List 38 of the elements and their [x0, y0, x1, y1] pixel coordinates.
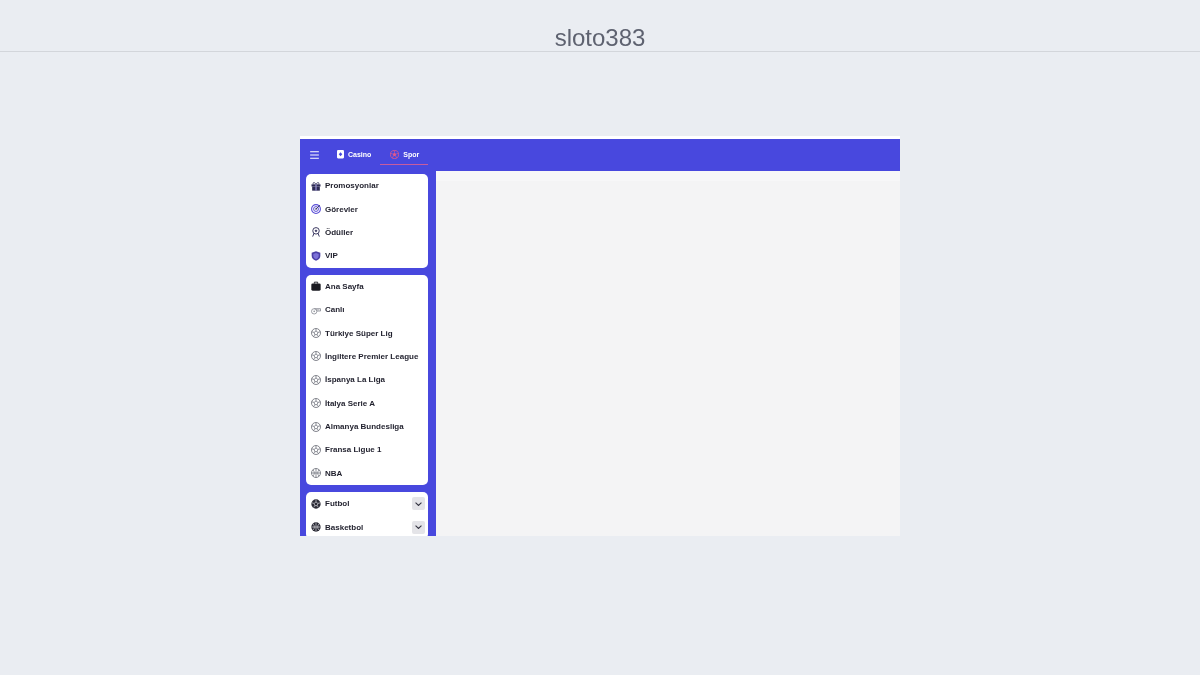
- sidebar-item[interactable]: Fransa Ligue 1: [306, 438, 428, 462]
- soccer-ball-icon: [311, 328, 321, 339]
- card-icon: [337, 150, 344, 159]
- expand-button[interactable]: [412, 520, 425, 534]
- sidebar-item[interactable]: Almanya Bundesliga: [306, 414, 428, 439]
- sidebar-item[interactable]: VIP: [306, 244, 428, 268]
- sidebar-item[interactable]: Ana Sayfa: [306, 274, 428, 298]
- sidebar-item[interactable]: Promosyonlar: [306, 174, 428, 198]
- soccer-ball-icon: [311, 421, 321, 432]
- soccer-ball-icon: [311, 398, 321, 409]
- sidebar-item[interactable]: Canlı: [306, 297, 428, 322]
- expand-button[interactable]: [412, 497, 425, 511]
- shield-icon: [311, 250, 321, 261]
- soccer-ball-icon: [390, 150, 400, 159]
- sidebar-item[interactable]: NBA: [306, 461, 428, 486]
- soccer-ball-icon: [311, 374, 321, 385]
- sidebar-item[interactable]: Futbol: [306, 492, 428, 516]
- briefcase-icon: [311, 281, 321, 292]
- menu-icon: [310, 151, 319, 159]
- sidebar-item[interactable]: Basketbol: [306, 515, 428, 536]
- sidebar-item[interactable]: İtalya Serie A: [306, 391, 428, 415]
- menu-button[interactable]: [310, 151, 319, 159]
- soccer-ball-icon: [311, 351, 321, 362]
- gift-icon: [311, 180, 321, 191]
- basketball-icon: [311, 468, 321, 479]
- soccer-ball-icon: [311, 498, 321, 509]
- soccer-ball-icon: [311, 445, 321, 455]
- sidebar-item[interactable]: İngiltere Premier League: [306, 344, 428, 369]
- sidebar-item[interactable]: Ödüller: [306, 220, 428, 245]
- sidebar-item[interactable]: Görevler: [306, 197, 428, 221]
- sidebar-item[interactable]: Türkiye Süper Lig: [306, 321, 428, 345]
- chevron-down-icon: [415, 525, 422, 530]
- chevron-down-icon: [415, 501, 422, 506]
- target-icon: [311, 204, 321, 215]
- medal-icon: [311, 227, 321, 238]
- sidebar-item[interactable]: İspanya La Liga: [306, 368, 428, 392]
- page-title: sloto383: [554, 24, 646, 51]
- basketball-icon: [311, 522, 321, 533]
